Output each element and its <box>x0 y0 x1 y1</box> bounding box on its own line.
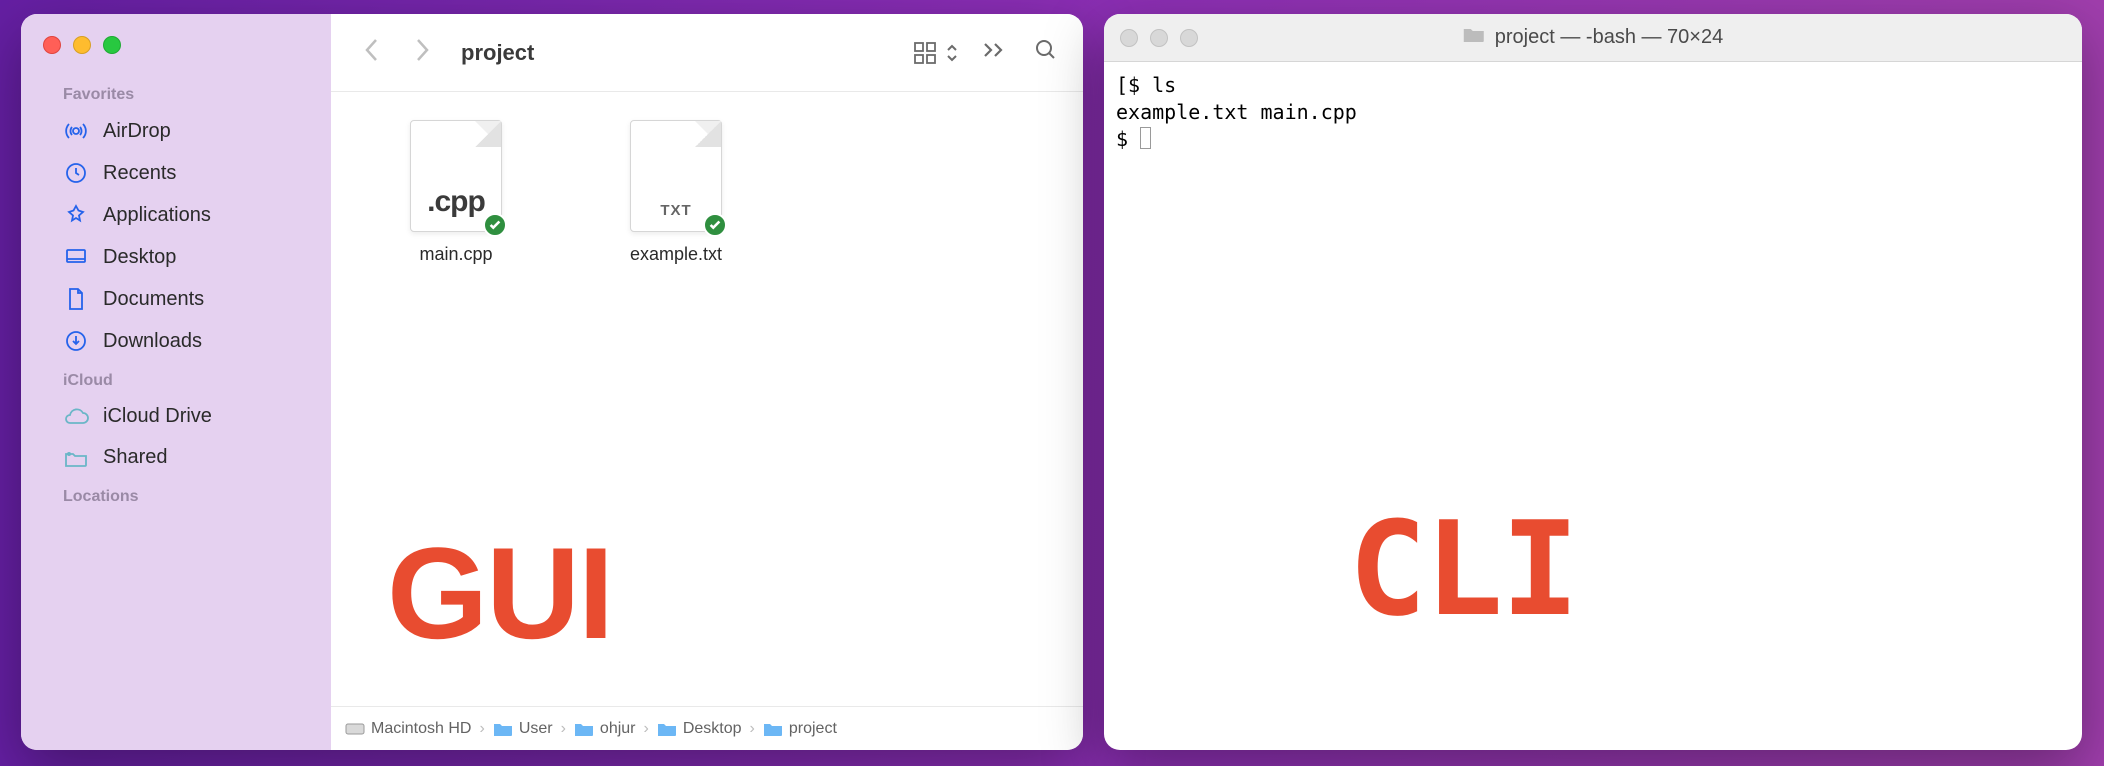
download-icon <box>63 329 89 353</box>
clock-icon <box>63 161 89 185</box>
path-crumb[interactable]: project <box>763 720 837 738</box>
document-icon <box>63 287 89 311</box>
crumb-label: project <box>789 720 837 738</box>
terminal-window: project — -bash — 70×24 [$ ls example.tx… <box>1104 14 2082 750</box>
shared-folder-icon <box>63 448 89 468</box>
terminal-line: example.txt main.cpp <box>1116 100 1357 124</box>
chevron-right-icon: › <box>644 720 649 738</box>
sidebar-item-label: Downloads <box>103 330 202 353</box>
folder-icon <box>1463 26 1485 50</box>
crumb-label: Desktop <box>683 720 742 738</box>
crumb-label: Macintosh HD <box>371 720 471 738</box>
path-crumb[interactable]: Macintosh HD <box>345 720 471 738</box>
terminal-titlebar: project — -bash — 70×24 <box>1104 14 2082 62</box>
crumb-label: User <box>519 720 553 738</box>
cursor-icon <box>1140 127 1151 149</box>
sidebar-item-label: Desktop <box>103 246 176 269</box>
folder-icon <box>763 721 783 737</box>
desktop-icon <box>63 245 89 269</box>
sync-badge-icon <box>703 213 727 237</box>
chevron-right-icon: › <box>750 720 755 738</box>
sidebar-item-label: iCloud Drive <box>103 405 212 428</box>
sidebar-item-label: Recents <box>103 162 176 185</box>
sidebar-item-downloads[interactable]: Downloads <box>21 320 331 362</box>
path-bar: Macintosh HD › User › ohjur › Desktop › … <box>331 706 1083 750</box>
terminal-body[interactable]: [$ ls example.txt main.cpp $ CLI <box>1104 62 2082 750</box>
finder-main: project .cpp main.cpp <box>331 14 1083 750</box>
terminal-line: $ <box>1116 127 1140 151</box>
folder-icon <box>493 721 513 737</box>
file-name: example.txt <box>611 244 741 265</box>
file-ext-label: .cpp <box>411 185 501 219</box>
search-button[interactable] <box>1027 31 1065 74</box>
sidebar-header-favorites: Favorites <box>21 76 331 110</box>
chevron-right-icon: › <box>479 720 484 738</box>
sidebar-item-applications[interactable]: Applications <box>21 194 331 236</box>
finder-toolbar: project <box>331 14 1083 92</box>
back-button[interactable] <box>355 32 389 73</box>
sync-badge-icon <box>483 213 507 237</box>
terminal-title: project — -bash — 70×24 <box>1495 26 1723 49</box>
finder-window: Favorites AirDrop Recents Applications <box>21 14 1083 750</box>
cli-label-overlay: CLI <box>1349 482 1838 658</box>
file-item[interactable]: .cpp main.cpp <box>391 120 521 265</box>
gui-label-overlay: GUI <box>387 518 612 668</box>
sidebar-header-locations: Locations <box>21 478 331 512</box>
sidebar-item-label: Applications <box>103 204 211 227</box>
file-grid[interactable]: .cpp main.cpp TXT example.txt GUI <box>331 92 1083 706</box>
finder-sidebar: Favorites AirDrop Recents Applications <box>21 14 331 750</box>
sidebar-item-documents[interactable]: Documents <box>21 278 331 320</box>
sidebar-header-icloud: iCloud <box>21 362 331 396</box>
file-name: main.cpp <box>391 244 521 265</box>
forward-button[interactable] <box>405 32 439 73</box>
crumb-label: ohjur <box>600 720 636 738</box>
disk-icon <box>345 721 365 737</box>
path-crumb[interactable]: User <box>493 720 553 738</box>
sidebar-item-icloud-drive[interactable]: iCloud Drive <box>21 396 331 437</box>
path-crumb[interactable]: Desktop <box>657 720 742 738</box>
terminal-line: [$ ls <box>1116 73 1176 97</box>
file-icon: .cpp <box>410 120 502 232</box>
sidebar-item-label: Documents <box>103 288 204 311</box>
airdrop-icon <box>63 119 89 143</box>
zoom-window-button[interactable] <box>1180 29 1198 47</box>
view-switcher[interactable] <box>911 39 959 67</box>
window-controls <box>21 36 331 76</box>
minimize-window-button[interactable] <box>73 36 91 54</box>
file-icon: TXT <box>630 120 722 232</box>
path-crumb[interactable]: ohjur <box>574 720 636 738</box>
zoom-window-button[interactable] <box>103 36 121 54</box>
close-window-button[interactable] <box>1120 29 1138 47</box>
file-item[interactable]: TXT example.txt <box>611 120 741 265</box>
cloud-icon <box>63 407 89 427</box>
minimize-window-button[interactable] <box>1150 29 1168 47</box>
folder-icon <box>657 721 677 737</box>
apps-icon <box>63 203 89 227</box>
folder-icon <box>574 721 594 737</box>
sidebar-item-desktop[interactable]: Desktop <box>21 236 331 278</box>
window-title: project <box>461 40 534 66</box>
sidebar-item-shared[interactable]: Shared <box>21 437 331 478</box>
sidebar-item-label: AirDrop <box>103 120 171 143</box>
chevron-right-icon: › <box>561 720 566 738</box>
sidebar-item-label: Shared <box>103 446 168 469</box>
sidebar-item-airdrop[interactable]: AirDrop <box>21 110 331 152</box>
sidebar-item-recents[interactable]: Recents <box>21 152 331 194</box>
overflow-button[interactable] <box>975 34 1011 71</box>
close-window-button[interactable] <box>43 36 61 54</box>
